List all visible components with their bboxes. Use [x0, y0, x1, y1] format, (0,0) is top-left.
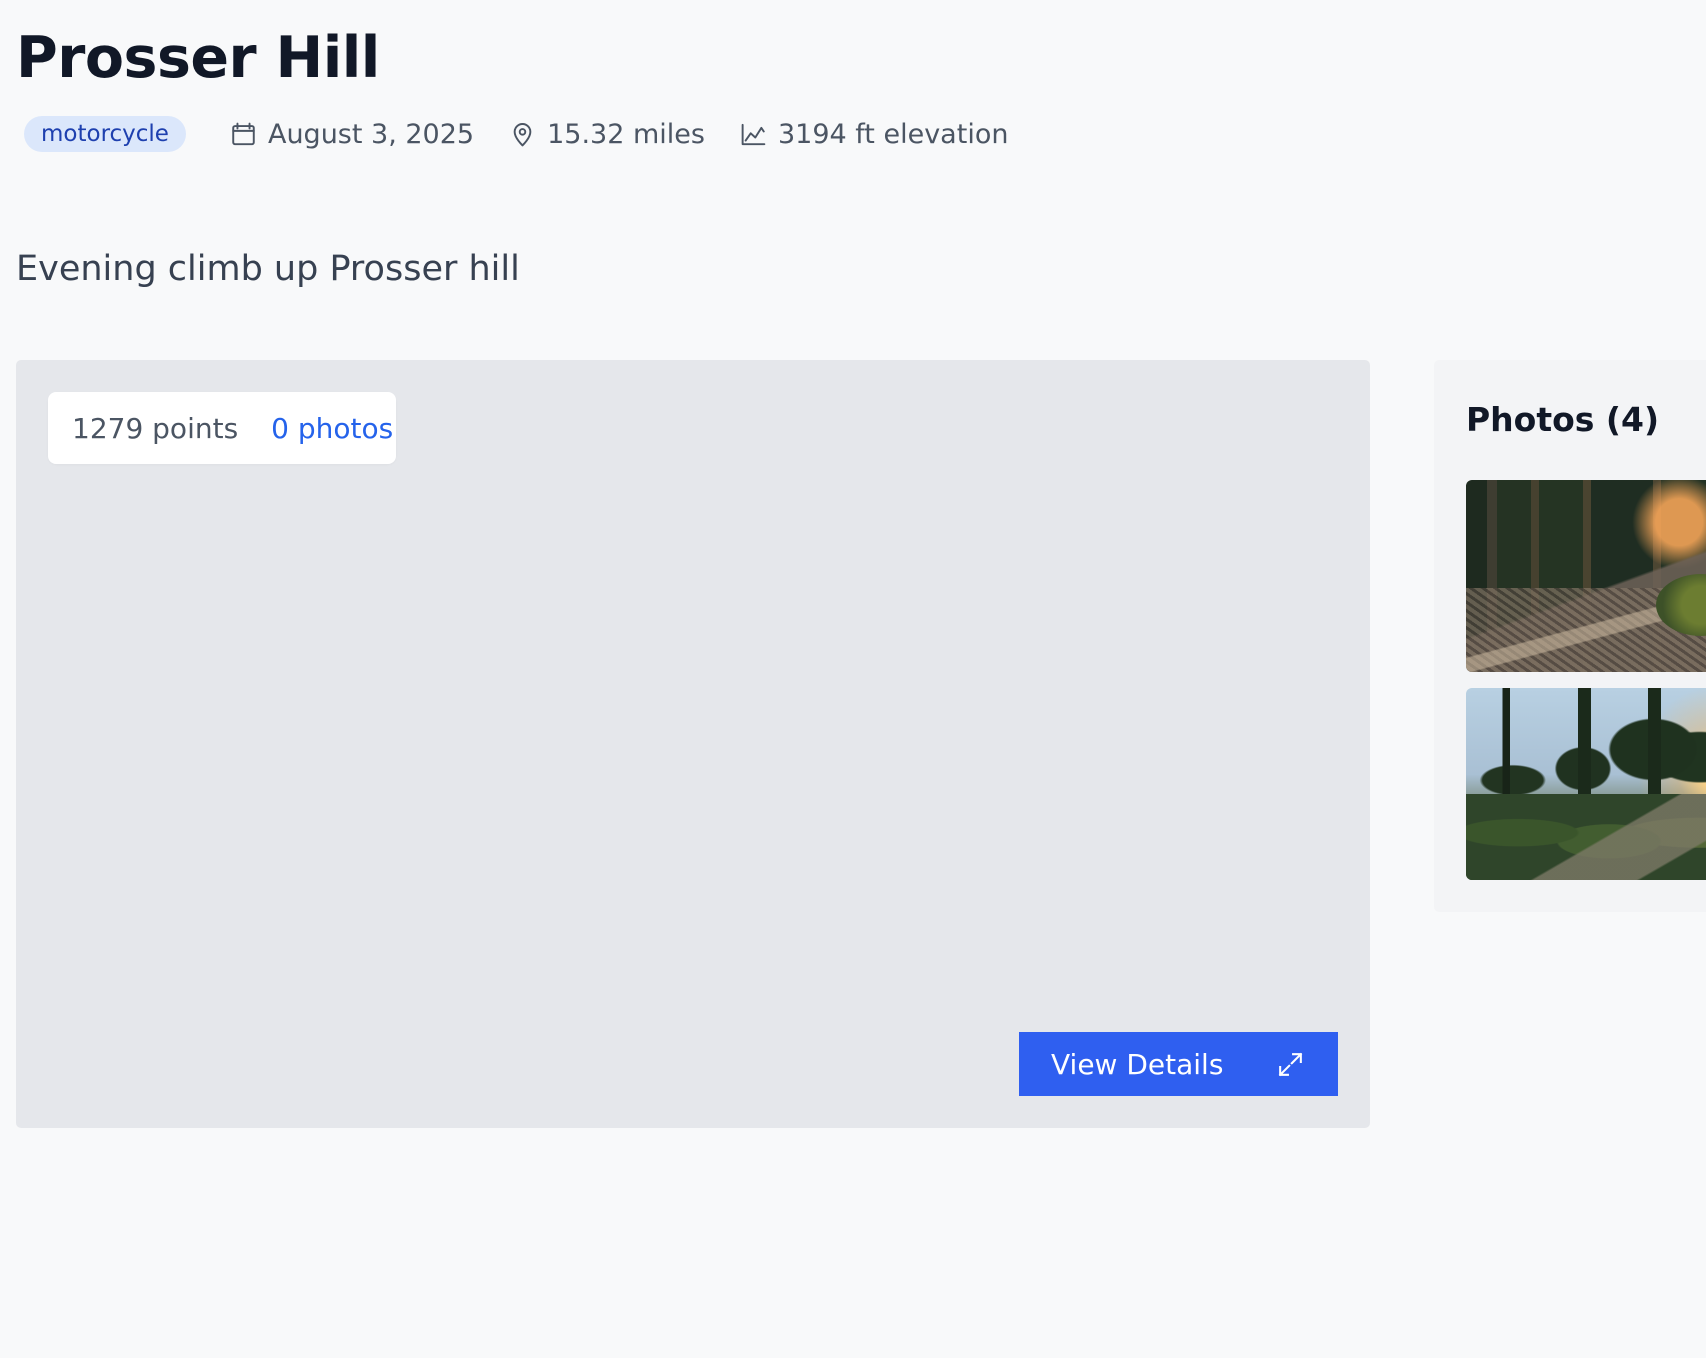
- view-details-label: View Details: [1051, 1047, 1224, 1081]
- date-meta: August 3, 2025: [229, 119, 474, 150]
- map-stats: 1279 points 0 photos: [48, 392, 396, 464]
- elevation-text: 3194 ft elevation: [777, 118, 1009, 150]
- photo-thumbnail-forest-sunset[interactable]: [1466, 688, 1706, 880]
- elevation-meta: 3194 ft elevation: [739, 119, 1008, 150]
- view-details-button[interactable]: View Details: [1019, 1032, 1338, 1096]
- photos-panel: Photos (4): [1434, 360, 1706, 912]
- page-title: Prosser Hill: [16, 25, 380, 91]
- chart-line-icon: [741, 123, 766, 145]
- date-text: August 3, 2025: [267, 118, 475, 150]
- category-badge: motorcycle: [24, 116, 186, 152]
- trip-description: Evening climb up Prosser hill: [16, 249, 520, 289]
- points-count: 1279 points: [72, 411, 239, 445]
- map-pin-icon: [513, 122, 532, 146]
- calendar-icon: [232, 122, 255, 145]
- photos-count-link[interactable]: 0 photos: [271, 412, 393, 445]
- distance-meta: 15.32 miles: [508, 119, 705, 150]
- photo-thumbnail-forest-trail[interactable]: [1466, 480, 1706, 672]
- route-map-panel[interactable]: 1279 points 0 photos View Details: [16, 360, 1370, 1128]
- distance-text: 15.32 miles: [547, 118, 705, 150]
- photos-title: Photos (4): [1466, 400, 1660, 439]
- trip-metadata: motorcycle August 3, 2025 15.32 miles 31…: [24, 116, 1042, 152]
- expand-icon: [1278, 1052, 1303, 1076]
